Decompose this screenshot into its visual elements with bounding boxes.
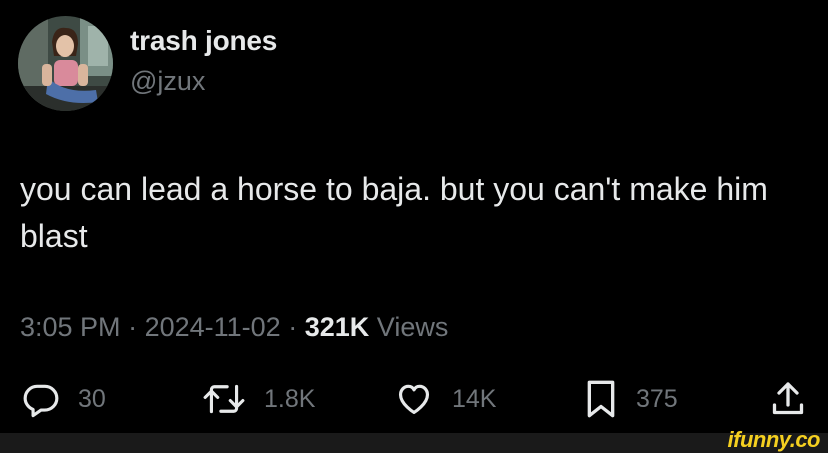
bookmark-button[interactable]: 375 [584,379,678,419]
meta-separator: · [288,312,298,342]
repost-button[interactable]: 1.8K [202,379,315,419]
share-button[interactable] [770,379,806,419]
meta-separator: · [128,312,138,342]
tweet-text: you can lead a horse to baja. but you ca… [20,171,768,254]
tweet-time[interactable]: 3:05 PM [20,312,121,342]
like-button[interactable]: 14K [394,379,496,419]
bookmark-icon [587,380,615,418]
tweet-date[interactable]: 2024-11-02 [145,312,281,342]
reply-count: 30 [78,384,106,413]
avatar[interactable] [18,16,113,111]
author-name[interactable]: trash jones [130,25,277,57]
repost-count: 1.8K [264,384,316,413]
tweet-meta: 3:05 PM · 2024-11-02 · 321K Views [20,312,448,343]
heart-icon [398,384,430,415]
author-handle[interactable]: @jzux [130,66,205,97]
views-label: Views [376,312,449,342]
views-count: 321K [304,312,370,342]
avatar-photo [18,16,113,111]
share-icon [772,382,804,415]
bottom-strip [0,433,828,453]
bookmark-count: 375 [636,384,678,413]
reply-icon [23,384,59,418]
like-count: 14K [452,384,497,413]
reply-button[interactable]: 30 [22,379,106,419]
watermark-logo: ifunny.co [727,427,821,452]
repost-icon [203,384,245,414]
